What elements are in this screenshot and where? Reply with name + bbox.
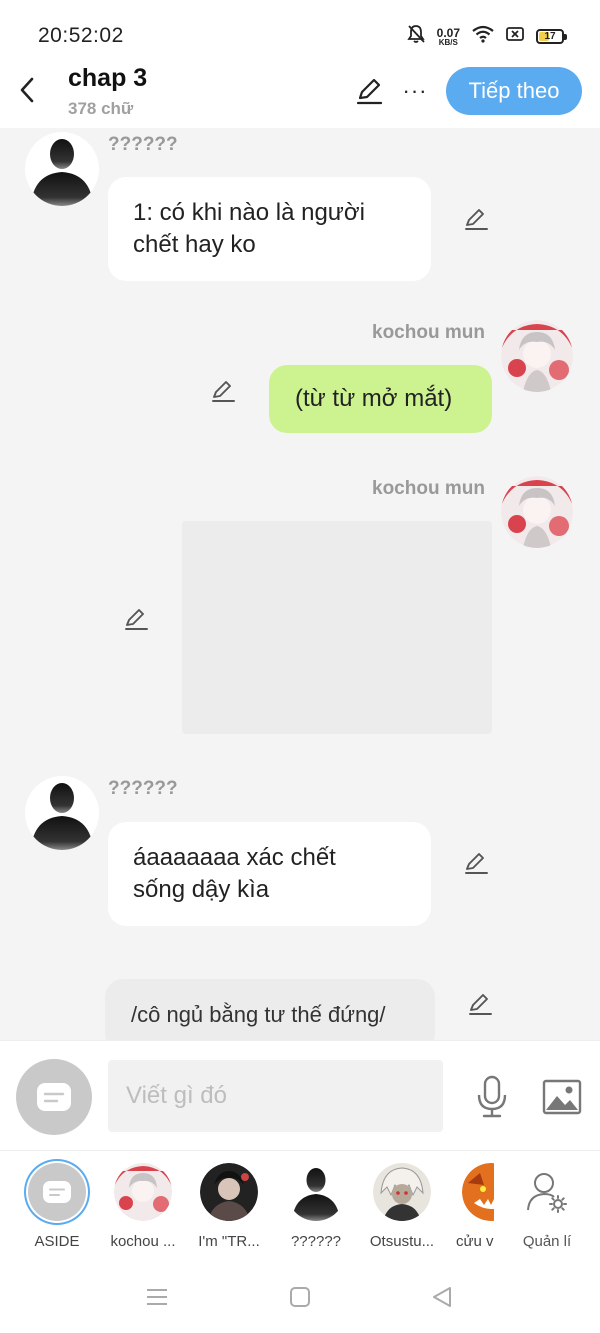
message-bubble[interactable]: áaaaaaaa xác chết sống dậy kìa bbox=[108, 822, 431, 926]
sender-name: kochou mun bbox=[372, 322, 485, 343]
edit-message-button[interactable] bbox=[121, 604, 151, 634]
character-aside[interactable]: ASIDE bbox=[17, 1163, 97, 1250]
pencil-icon bbox=[356, 78, 383, 105]
character-cuu-vi[interactable]: cửu v bbox=[446, 1163, 494, 1250]
sender-name: ?????? bbox=[108, 134, 178, 155]
pencil-icon bbox=[465, 209, 488, 230]
back-button[interactable] bbox=[12, 72, 42, 108]
sim-off-icon bbox=[506, 26, 524, 47]
microphone-button[interactable] bbox=[472, 1073, 512, 1121]
page-title: chap 3 bbox=[68, 64, 148, 92]
message-input[interactable] bbox=[108, 1060, 443, 1132]
edit-message-button[interactable] bbox=[465, 989, 495, 1019]
edit-title-button[interactable] bbox=[352, 74, 386, 108]
edit-message-button[interactable] bbox=[208, 376, 238, 406]
avatar bbox=[373, 1163, 431, 1221]
pencil-icon bbox=[469, 994, 492, 1015]
system-nav-bar bbox=[0, 1260, 600, 1333]
message-icon bbox=[37, 1083, 71, 1111]
avatar bbox=[200, 1163, 258, 1221]
message-text-line: 1: có khi nào là người bbox=[133, 199, 365, 226]
message-text-line: chết hay ko bbox=[133, 231, 256, 258]
aside-bubble[interactable]: /cô ngủ bằng tư thế đứng/ bbox=[105, 979, 435, 1040]
character-name: kochou ... bbox=[110, 1233, 176, 1250]
message-icon bbox=[43, 1181, 71, 1203]
wifi-icon bbox=[472, 25, 494, 48]
menu-icon bbox=[147, 1289, 167, 1305]
composer bbox=[0, 1040, 600, 1150]
sender-name: ?????? bbox=[108, 778, 178, 799]
aside-text: /cô ngủ bằng tư thế đứng/ bbox=[131, 1002, 386, 1027]
character-name: Otsustu... bbox=[369, 1233, 435, 1250]
avatar bbox=[287, 1163, 345, 1221]
avatar[interactable] bbox=[25, 132, 99, 206]
character-name: Quản lí bbox=[522, 1233, 572, 1250]
header: chap 3 378 chữ ··· Tiếp theo bbox=[0, 60, 600, 128]
avatar bbox=[462, 1163, 494, 1221]
avatar[interactable] bbox=[25, 776, 99, 850]
avatar[interactable] bbox=[501, 476, 573, 548]
message-bubble[interactable]: (từ từ mở mắt) bbox=[269, 365, 492, 433]
chat-area[interactable]: ?????? 1: có khi nào là người chết hay k… bbox=[0, 128, 600, 1040]
triangle-back-icon bbox=[433, 1287, 451, 1307]
home-square-icon bbox=[290, 1287, 310, 1307]
aside-toggle-button[interactable] bbox=[16, 1059, 92, 1135]
character-name: I'm "TR... bbox=[198, 1233, 260, 1250]
manage-characters-button[interactable]: Quản lí bbox=[507, 1163, 587, 1250]
next-button[interactable]: Tiếp theo bbox=[446, 67, 582, 115]
avatar[interactable] bbox=[501, 320, 573, 392]
back-nav-button[interactable] bbox=[425, 1280, 459, 1314]
character-unknown[interactable]: ?????? bbox=[276, 1163, 356, 1250]
home-nav-button[interactable] bbox=[283, 1280, 317, 1314]
sender-name: kochou mun bbox=[372, 478, 485, 499]
edit-message-button[interactable] bbox=[461, 848, 491, 878]
character-name: ASIDE bbox=[34, 1233, 80, 1250]
image-icon bbox=[542, 1079, 582, 1115]
word-count: 378 chữ bbox=[68, 99, 134, 118]
user-settings-icon bbox=[527, 1173, 567, 1213]
insert-image-button[interactable] bbox=[540, 1075, 584, 1119]
message-text: (từ từ mở mắt) bbox=[295, 385, 453, 412]
status-icons: 0.07 KB/S 17 bbox=[406, 24, 567, 49]
character-name: cửu v bbox=[456, 1233, 494, 1250]
message-image[interactable] bbox=[182, 521, 492, 734]
pencil-icon bbox=[212, 381, 235, 402]
chevron-left-icon bbox=[20, 77, 34, 103]
more-icon: ··· bbox=[402, 78, 428, 103]
network-speed: 0.07 KB/S bbox=[436, 25, 460, 47]
battery-icon: 17 bbox=[536, 29, 567, 44]
menu-nav-button[interactable] bbox=[140, 1280, 174, 1314]
character-im-tr[interactable]: I'm "TR... bbox=[189, 1163, 269, 1250]
character-kochou[interactable]: kochou ... bbox=[103, 1163, 183, 1250]
avatar bbox=[28, 1163, 86, 1221]
more-options-button[interactable]: ··· bbox=[398, 74, 432, 108]
characters-bar: ASIDE kochou ... I'm "TR... ?????? Otsus… bbox=[0, 1150, 600, 1260]
character-otsustu[interactable]: Otsustu... bbox=[362, 1163, 442, 1250]
pencil-icon bbox=[465, 853, 488, 874]
avatar bbox=[114, 1163, 172, 1221]
message-text-line: sống dậy kìa bbox=[133, 876, 270, 903]
avatar bbox=[518, 1163, 576, 1221]
microphone-icon bbox=[477, 1075, 507, 1118]
character-name: ?????? bbox=[290, 1233, 342, 1250]
message-bubble[interactable]: 1: có khi nào là người chết hay ko bbox=[108, 177, 431, 281]
pencil-icon bbox=[125, 609, 148, 630]
bell-off-icon bbox=[406, 24, 425, 49]
status-time: 20:52:02 bbox=[38, 24, 124, 47]
edit-message-button[interactable] bbox=[461, 204, 491, 234]
status-bar: 20:52:02 0.07 KB/S 17 bbox=[0, 0, 600, 60]
message-text-line: áaaaaaaa xác chết bbox=[133, 844, 336, 871]
